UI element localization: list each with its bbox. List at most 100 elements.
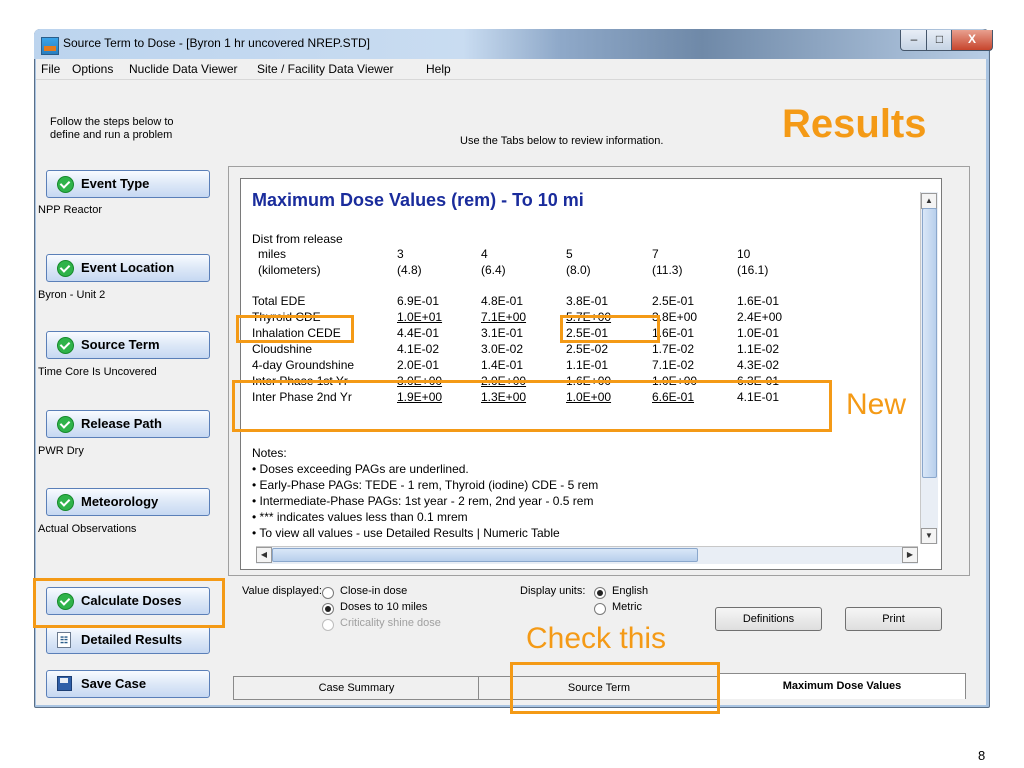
event-type-button[interactable]: Event Type — [46, 170, 210, 198]
results-heading: Results — [782, 102, 927, 146]
dose-cell: 1.1E-01 — [566, 358, 609, 372]
check-icon — [57, 416, 74, 433]
menu-help[interactable]: Help — [426, 62, 451, 76]
tabs-hint: Use the Tabs below to review information… — [460, 135, 664, 147]
dist-header: Dist from release — [252, 232, 343, 246]
dose-cell: 2.5E-02 — [566, 342, 609, 356]
source-term-value: Time Core Is Uncovered — [38, 366, 157, 378]
display-units-label: Display units: — [520, 585, 586, 597]
km-cell: (4.8) — [397, 263, 422, 277]
dose-cell: 1.4E-01 — [481, 358, 524, 372]
release-path-button[interactable]: Release Path — [46, 410, 210, 438]
close-button[interactable]: X — [951, 30, 993, 51]
check-icon — [57, 337, 74, 354]
english-units-label[interactable]: English — [612, 585, 648, 597]
horizontal-scroll-thumb[interactable] — [272, 548, 698, 562]
miles-cell: 7 — [652, 247, 659, 261]
dose-cell: 2.0E-01 — [397, 358, 440, 372]
km-cell: (11.3) — [652, 263, 683, 277]
scroll-left-icon[interactable]: ◀ — [256, 547, 272, 563]
menu-file[interactable]: File — [41, 62, 60, 76]
app-icon[interactable] — [41, 37, 59, 55]
note-line: • To view all values - use Detailed Resu… — [252, 526, 560, 540]
dose-cell: 3.1E-01 — [481, 326, 524, 340]
scroll-down-icon[interactable]: ▼ — [921, 528, 937, 544]
save-case-button[interactable]: Save Case — [46, 670, 210, 698]
dose-cell: 1.1E-02 — [737, 342, 780, 356]
metric-units-label[interactable]: Metric — [612, 601, 642, 613]
window-title: Source Term to Dose - [Byron 1 hr uncove… — [63, 36, 371, 50]
tab-maximum-dose-values[interactable]: Maximum Dose Values — [718, 673, 966, 699]
km-cell: (6.4) — [481, 263, 506, 277]
english-units-radio[interactable] — [594, 587, 606, 599]
metric-units-radio[interactable] — [594, 603, 606, 615]
release-path-value: PWR Dry — [38, 445, 84, 457]
menu-nuclide-data-viewer[interactable]: Nuclide Data Viewer — [129, 62, 238, 76]
row-label-cloudshine: Cloudshine — [252, 342, 313, 356]
dose-cell: 6.9E-01 — [397, 294, 440, 308]
row-label-total-ede: Total EDE — [252, 294, 306, 308]
row-label-groundshine: 4-day Groundshine — [252, 358, 355, 372]
dose-cell-exceeds-pag: 7.1E+00 — [481, 310, 527, 324]
miles-cell: 5 — [566, 247, 573, 261]
thyroid-value-highlight — [560, 315, 660, 343]
floppy-disk-icon — [57, 676, 72, 691]
dose-cell: 1.0E-01 — [737, 326, 780, 340]
note-line: • Early-Phase PAGs: TEDE - 1 rem, Thyroi… — [252, 478, 599, 492]
save-case-label: Save Case — [81, 676, 147, 691]
menu-site-facility-data-viewer[interactable]: Site / Facility Data Viewer — [257, 62, 394, 76]
note-line: • *** indicates values less than 0.1 mre… — [252, 510, 468, 524]
dose-cell: 1.6E-01 — [737, 294, 780, 308]
check-icon — [57, 176, 74, 193]
scroll-up-icon[interactable]: ▲ — [921, 193, 937, 209]
instructions-line2: define and run a problem — [50, 129, 173, 141]
dose-cell: 3.0E-02 — [481, 342, 524, 356]
event-location-value: Byron - Unit 2 — [38, 289, 106, 301]
inter-phase-highlight — [232, 380, 832, 432]
close-in-dose-radio[interactable] — [322, 587, 334, 599]
dose-cell-exceeds-pag: 1.0E+01 — [397, 310, 443, 324]
source-term-button[interactable]: Source Term — [46, 331, 210, 359]
miles-label: miles — [258, 247, 287, 261]
event-location-button[interactable]: Event Location — [46, 254, 210, 282]
meteorology-label: Meteorology — [81, 494, 159, 509]
maximize-button[interactable]: □ — [926, 30, 953, 51]
doses-to-10-miles-label[interactable]: Doses to 10 miles — [340, 601, 427, 613]
event-location-label: Event Location — [81, 260, 175, 275]
vertical-scroll-thumb[interactable] — [922, 208, 937, 478]
menu-options[interactable]: Options — [72, 62, 113, 76]
calculate-doses-highlight — [33, 578, 225, 628]
detailed-results-label: Detailed Results — [81, 632, 183, 647]
close-in-dose-label[interactable]: Close-in dose — [340, 585, 407, 597]
detailed-results-button[interactable]: ☷ Detailed Results — [46, 626, 210, 654]
dose-cell: 1.7E-02 — [652, 342, 695, 356]
report-title: Maximum Dose Values (rem) - To 10 mi — [252, 190, 584, 210]
check-this-annotation: Check this — [526, 622, 667, 655]
km-cell: (16.1) — [737, 263, 769, 277]
scroll-right-icon[interactable]: ▶ — [902, 547, 918, 563]
km-cell: (8.0) — [566, 263, 591, 277]
miles-cell: 10 — [737, 247, 751, 261]
new-annotation: New — [846, 388, 907, 421]
check-icon — [57, 260, 74, 277]
definitions-button[interactable]: Definitions — [715, 607, 822, 631]
dose-cell: 4.4E-01 — [397, 326, 440, 340]
meteorology-button[interactable]: Meteorology — [46, 488, 210, 516]
dose-cell: 4.8E-01 — [481, 294, 524, 308]
dose-cell: 4.3E-02 — [737, 358, 780, 372]
check-icon — [57, 494, 74, 511]
instructions-line1: Follow the steps below to — [50, 116, 174, 128]
miles-cell: 3 — [397, 247, 404, 261]
km-label: (kilometers) — [258, 263, 321, 277]
source-term-tab-highlight — [510, 662, 720, 714]
note-line: • Intermediate-Phase PAGs: 1st year - 2 … — [252, 494, 594, 508]
doses-to-10-miles-radio[interactable] — [322, 603, 334, 615]
note-line: • Doses exceeding PAGs are underlined. — [252, 462, 469, 476]
notes-heading: Notes: — [252, 446, 287, 460]
print-button[interactable]: Print — [845, 607, 942, 631]
criticality-shine-dose-label: Criticality shine dose — [340, 617, 441, 629]
dose-cell: 7.1E-02 — [652, 358, 695, 372]
minimize-button[interactable]: – — [900, 30, 928, 51]
tab-case-summary[interactable]: Case Summary — [233, 676, 480, 700]
dose-cell: 3.8E-01 — [566, 294, 609, 308]
